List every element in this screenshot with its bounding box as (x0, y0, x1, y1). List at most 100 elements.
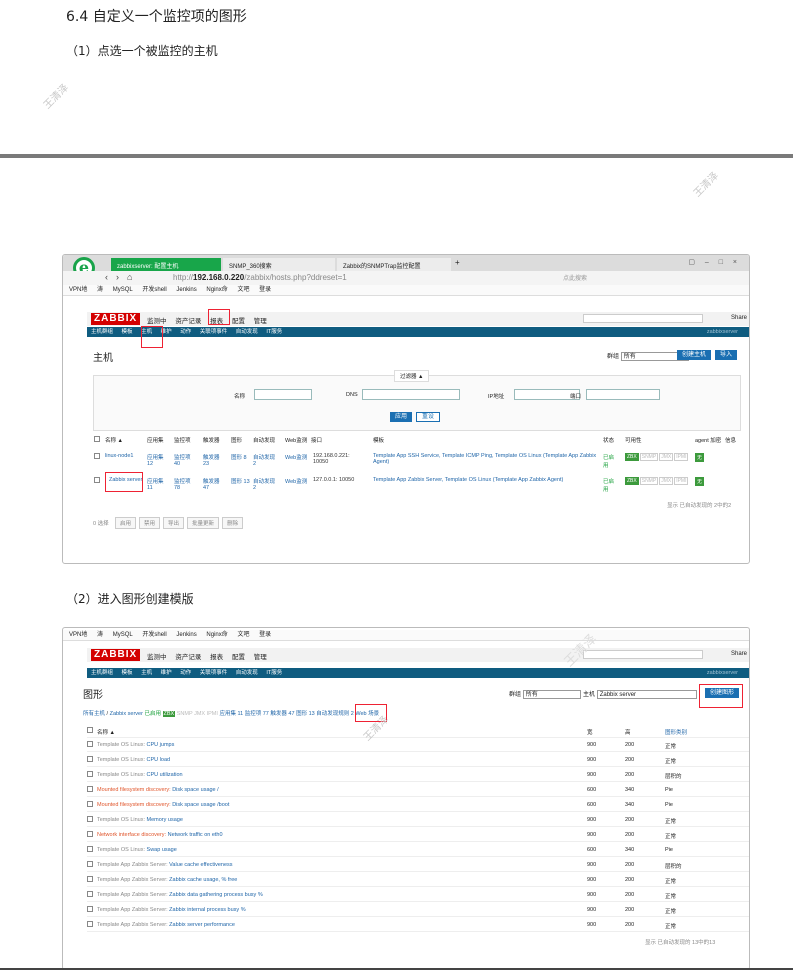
graph-name-link[interactable]: CPU load (147, 757, 171, 763)
apply-button[interactable]: 应用 (390, 412, 413, 422)
zabbix-logo[interactable]: ZABBIX (91, 649, 141, 661)
bookmark[interactable]: Jenkins (176, 632, 196, 638)
bookmark[interactable]: Nginx命 (206, 287, 227, 293)
col-header[interactable]: 名称 ▲ (97, 728, 115, 736)
submenu-item[interactable]: 主机群组 (91, 670, 113, 676)
templates-text[interactable]: Template App Zabbix Server, Template OS … (373, 477, 598, 483)
reset-button[interactable]: 重设 (416, 412, 441, 422)
items-link[interactable]: 监控项 40 (174, 453, 196, 467)
graph-name-link[interactable]: CPU jumps (147, 742, 175, 748)
import-button[interactable]: 导入 (715, 350, 738, 360)
zabbix-search-input[interactable] (583, 650, 703, 659)
enable-button[interactable]: 启用 (115, 517, 137, 529)
graph-prefix[interactable]: Template OS Linux: (97, 847, 145, 853)
graph-name-link[interactable]: CPU utilization (147, 772, 183, 778)
row-checkbox[interactable] (87, 861, 93, 867)
dns-input[interactable] (362, 389, 460, 400)
address-bar[interactable]: ‹›⌂ http://192.168.0.220/zabbix/hosts.ph… (63, 271, 749, 285)
row-checkbox[interactable] (87, 786, 93, 792)
bookmark[interactable]: 涛 (97, 287, 103, 293)
zabbix-search-input[interactable] (583, 314, 703, 323)
menu-item[interactable]: 管理 (254, 318, 267, 325)
menu-item[interactable]: 资产记录 (175, 654, 201, 661)
items-link[interactable]: 监控项 77 (245, 711, 269, 717)
delete-button[interactable]: 删除 (222, 517, 244, 529)
row-checkbox[interactable] (87, 921, 93, 927)
bookmark[interactable]: MySQL (113, 632, 133, 638)
graph-prefix[interactable]: Template OS Linux: (97, 742, 145, 748)
name-input[interactable] (254, 389, 312, 400)
submenu-item[interactable]: 动作 (180, 670, 191, 676)
graph-name-link[interactable]: Zabbix data gathering process busy % (169, 892, 263, 898)
row-checkbox[interactable] (87, 846, 93, 852)
submenu-item[interactable]: IT服务 (266, 329, 282, 335)
submenu-item[interactable]: IT服务 (266, 670, 282, 676)
submenu-item[interactable]: 自动发现 (236, 670, 258, 676)
discovery-link[interactable]: 自动发现 2 (253, 453, 279, 467)
discovery-link[interactable]: 自动发现规则 2 (316, 711, 354, 717)
web-link[interactable]: Web监测 (285, 477, 307, 485)
graphs-link[interactable]: 图形 8 (231, 453, 247, 461)
host-name-link[interactable]: linux-node1 (105, 453, 133, 459)
host-select[interactable]: Zabbix server (596, 689, 697, 699)
web-link[interactable]: Web监测 (285, 453, 307, 461)
bookmark[interactable]: 文吧 (237, 287, 249, 293)
bookmark[interactable]: 开发shell (142, 632, 166, 638)
row-checkbox[interactable] (87, 801, 93, 807)
graph-prefix[interactable]: Template OS Linux: (97, 817, 145, 823)
row-checkbox[interactable] (94, 477, 100, 483)
menu-item-config[interactable]: 配置 (232, 654, 245, 661)
col-header[interactable]: 图形类别 (665, 728, 687, 736)
graph-prefix[interactable]: Template OS Linux: (97, 772, 145, 778)
row-checkbox[interactable] (94, 453, 100, 459)
zabbix-logo[interactable]: ZABBIX (91, 313, 141, 325)
bookmark[interactable]: 登录 (259, 632, 271, 638)
filter-tab[interactable]: 过滤器 ▲ (394, 370, 430, 382)
breadcrumb-all-hosts[interactable]: 所有主机 (83, 711, 105, 717)
share-link[interactable]: Share (731, 315, 747, 321)
graph-prefix[interactable]: Template App Zabbix Server: (97, 862, 168, 868)
row-checkbox[interactable] (87, 876, 93, 882)
new-tab-icon[interactable]: + (455, 258, 460, 267)
graph-name-link[interactable]: Disk space usage /boot (172, 802, 229, 808)
graph-prefix[interactable]: Network interface discovery: (97, 832, 166, 838)
group-select[interactable]: 所有 (522, 689, 581, 699)
window-controls-icon[interactable]: ▢ – □ × (688, 258, 741, 266)
bookmark[interactable]: Jenkins (176, 287, 196, 293)
graph-name-link[interactable]: Network traffic on eth0 (168, 832, 223, 838)
submenu-item[interactable]: 动作 (180, 329, 191, 335)
submenu-item[interactable]: 关联项事件 (200, 329, 228, 335)
graph-name-link[interactable]: Zabbix cache usage, % free (169, 877, 237, 883)
templates-text[interactable]: Template App SSH Service, Template ICMP … (373, 453, 598, 465)
items-link[interactable]: 监控项 78 (174, 477, 196, 491)
triggers-link[interactable]: 触发器 47 (203, 477, 225, 491)
submenu-item[interactable]: 关联项事件 (200, 670, 228, 676)
submenu-item[interactable]: 自动发现 (236, 329, 258, 335)
graph-name-link[interactable]: Disk space usage / (172, 787, 218, 793)
row-checkbox[interactable] (87, 906, 93, 912)
graph-name-link[interactable]: Value cache effectiveness (169, 862, 232, 868)
triggers-link[interactable]: 触发器 47 (270, 711, 294, 717)
row-checkbox[interactable] (87, 771, 93, 777)
graph-name-link[interactable]: Zabbix server performance (169, 922, 235, 928)
submenu-item[interactable]: 模板 (122, 670, 133, 676)
menu-item[interactable]: 管理 (254, 654, 267, 661)
bookmark[interactable]: VPN地 (69, 632, 87, 638)
submenu-item[interactable]: 主机群组 (91, 329, 113, 335)
bookmark[interactable]: Nginx命 (206, 632, 227, 638)
browser-tab[interactable]: Zabbix的SNMPTrap监控配置 (337, 258, 451, 271)
apps-link[interactable]: 应用集 11 (147, 477, 169, 491)
select-all-checkbox[interactable] (87, 727, 93, 733)
port-input[interactable] (586, 389, 660, 400)
graph-prefix[interactable]: Template App Zabbix Server: (97, 877, 168, 883)
mass-update-button[interactable]: 批量更新 (187, 517, 220, 529)
share-link[interactable]: Share (731, 651, 747, 657)
submenu-item-hosts[interactable]: 主机 (141, 670, 152, 676)
graph-prefix[interactable]: Mounted filesystem discovery: (97, 787, 171, 793)
export-button[interactable]: 导出 (163, 517, 185, 529)
col-header[interactable]: 名称 ▲ (105, 436, 123, 444)
url-text[interactable]: http://192.168.0.220/zabbix/hosts.php?dd… (173, 273, 347, 282)
graph-prefix[interactable]: Template App Zabbix Server: (97, 892, 168, 898)
create-host-button[interactable]: 创建主机 (677, 350, 712, 360)
graph-name-link[interactable]: Swap usage (147, 847, 177, 853)
